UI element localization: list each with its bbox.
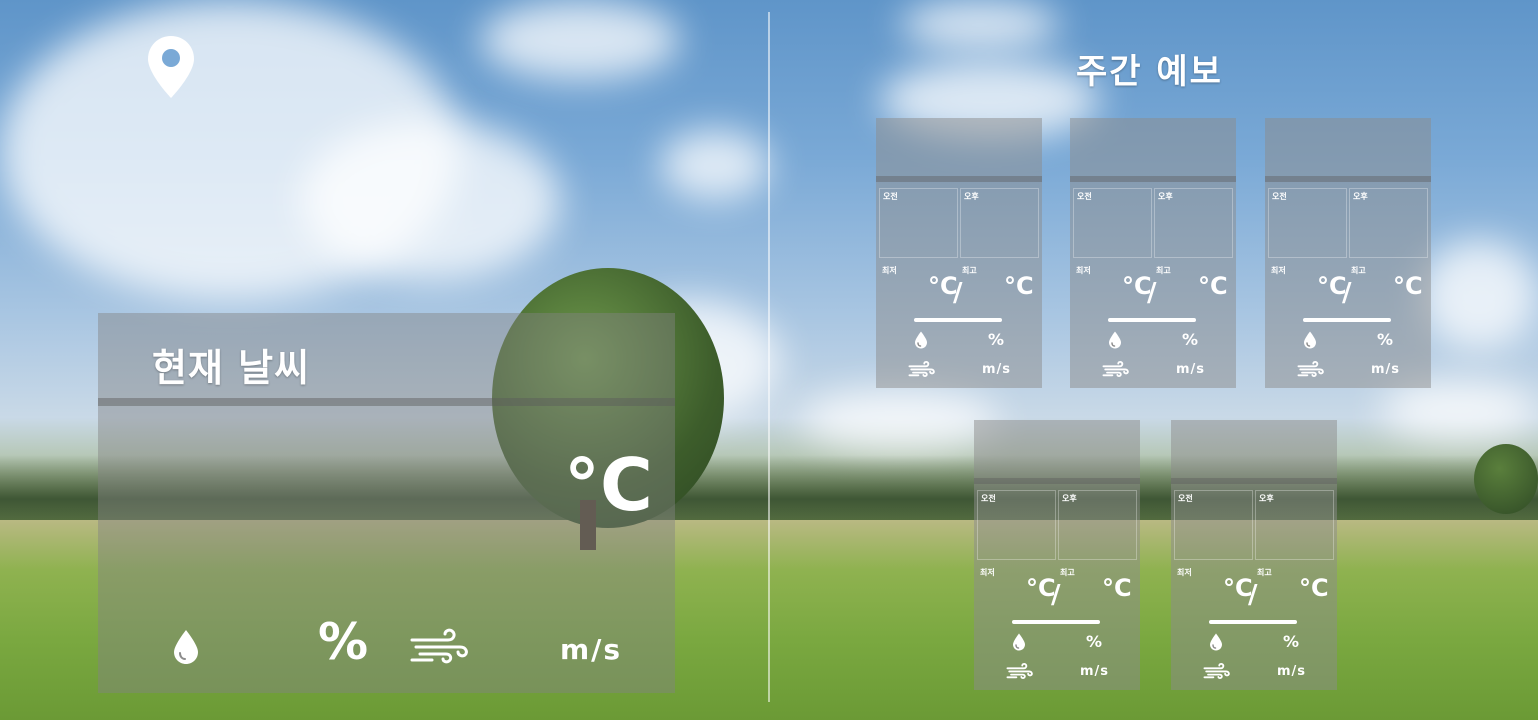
temp-underline xyxy=(1209,620,1297,624)
forecast-card-2[interactable]: 오전 오후 최저 최고 °C / °C % m/s xyxy=(1070,118,1236,388)
forecast-date-area xyxy=(1070,118,1236,176)
pm-label: 오후 xyxy=(1259,494,1274,503)
current-weather-panel: 현재 날씨 °C % m/s xyxy=(98,313,675,693)
pm-weather-box: 오후 xyxy=(1154,188,1233,258)
am-label: 오전 xyxy=(1178,494,1193,503)
wind-speed-unit: m/s xyxy=(1277,664,1307,679)
am-weather-box: 오전 xyxy=(879,188,958,258)
water-drop-icon xyxy=(1012,632,1026,652)
card-divider-bar xyxy=(1171,478,1337,484)
am-weather-box: 오전 xyxy=(977,490,1056,560)
panel-divider-bar xyxy=(98,398,675,406)
max-temp-unit: °C xyxy=(1004,272,1034,300)
forecast-date-area xyxy=(876,118,1042,176)
am-label: 오전 xyxy=(883,192,898,201)
card-divider-bar xyxy=(1265,176,1431,182)
water-drop-icon xyxy=(914,330,928,350)
wind-speed-unit: m/s xyxy=(1176,362,1206,377)
max-temp-unit: °C xyxy=(1102,574,1132,602)
max-temp-label: 최고 xyxy=(1351,266,1366,275)
forecast-card-3[interactable]: 오전 오후 최저 최고 °C / °C % m/s xyxy=(1265,118,1431,388)
forecast-date-area xyxy=(1171,420,1337,478)
am-weather-box: 오전 xyxy=(1174,490,1253,560)
pm-label: 오후 xyxy=(964,192,979,201)
temp-separator: / xyxy=(1342,278,1352,308)
water-drop-icon xyxy=(1303,330,1317,350)
pm-label: 오후 xyxy=(1158,192,1173,201)
humidity-unit: % xyxy=(1377,330,1394,349)
pm-weather-box: 오후 xyxy=(1058,490,1137,560)
background-cloud xyxy=(800,390,1000,450)
background-cloud xyxy=(300,120,560,280)
current-weather-title: 현재 날씨 xyxy=(152,346,311,390)
wind-icon xyxy=(1203,662,1231,680)
water-drop-icon xyxy=(1209,632,1223,652)
humidity-unit: % xyxy=(988,330,1005,349)
wind-icon xyxy=(1006,662,1034,680)
wind-speed-unit: m/s xyxy=(982,362,1012,377)
temp-underline xyxy=(1108,318,1196,322)
card-divider-bar xyxy=(1070,176,1236,182)
water-drop-icon xyxy=(1108,330,1122,350)
max-temp-label: 최고 xyxy=(962,266,977,275)
am-label: 오전 xyxy=(1272,192,1287,201)
temp-underline xyxy=(914,318,1002,322)
max-temp-label: 최고 xyxy=(1156,266,1171,275)
tree xyxy=(1474,444,1538,514)
am-label: 오전 xyxy=(1077,192,1092,201)
wind-icon xyxy=(1297,360,1325,378)
wind-speed-unit: m/s xyxy=(1080,664,1110,679)
min-temp-label: 최저 xyxy=(1076,266,1091,275)
humidity-unit: % xyxy=(1283,632,1300,651)
card-divider-bar xyxy=(974,478,1140,484)
am-label: 오전 xyxy=(981,494,996,503)
min-temp-label: 최저 xyxy=(882,266,897,275)
pm-weather-box: 오후 xyxy=(1349,188,1428,258)
am-weather-box: 오전 xyxy=(1268,188,1347,258)
temp-underline xyxy=(1303,318,1391,322)
am-weather-box: 오전 xyxy=(1073,188,1152,258)
pm-label: 오후 xyxy=(1062,494,1077,503)
max-temp-unit: °C xyxy=(1299,574,1329,602)
water-drop-icon xyxy=(172,629,200,665)
weekly-forecast-title: 주간 예보 xyxy=(1076,52,1223,92)
wind-icon xyxy=(1102,360,1130,378)
background-cloud xyxy=(1420,240,1538,350)
humidity-unit: % xyxy=(1182,330,1199,349)
background-cloud xyxy=(480,0,680,80)
temp-underline xyxy=(1012,620,1100,624)
temp-separator: / xyxy=(1051,580,1061,610)
pm-weather-box: 오후 xyxy=(1255,490,1334,560)
min-temp-label: 최저 xyxy=(980,568,995,577)
forecast-date-area xyxy=(974,420,1140,478)
wind-icon xyxy=(410,626,470,666)
max-temp-unit: °C xyxy=(1393,272,1423,300)
temp-separator: / xyxy=(1248,580,1258,610)
section-divider xyxy=(768,12,770,702)
pm-label: 오후 xyxy=(1353,192,1368,201)
min-temp-label: 최저 xyxy=(1271,266,1286,275)
wind-speed-unit: m/s xyxy=(560,633,623,666)
humidity-unit: % xyxy=(318,613,369,671)
background-cloud xyxy=(1380,380,1538,440)
forecast-card-4[interactable]: 오전 오후 최저 최고 °C / °C % m/s xyxy=(974,420,1140,690)
max-temp-label: 최고 xyxy=(1257,568,1272,577)
card-divider-bar xyxy=(876,176,1042,182)
current-temperature-unit: °C xyxy=(564,443,653,527)
map-pin-icon[interactable] xyxy=(146,34,196,100)
humidity-unit: % xyxy=(1086,632,1103,651)
wind-speed-unit: m/s xyxy=(1371,362,1401,377)
temp-separator: / xyxy=(953,278,963,308)
forecast-date-area xyxy=(1265,118,1431,176)
pm-weather-box: 오후 xyxy=(960,188,1039,258)
max-temp-unit: °C xyxy=(1198,272,1228,300)
background-cloud xyxy=(660,130,770,200)
forecast-card-1[interactable]: 오전 오후 최저 최고 °C / °C % m/s xyxy=(876,118,1042,388)
forecast-card-5[interactable]: 오전 오후 최저 최고 °C / °C % m/s xyxy=(1171,420,1337,690)
temp-separator: / xyxy=(1147,278,1157,308)
min-temp-label: 최저 xyxy=(1177,568,1192,577)
wind-icon xyxy=(908,360,936,378)
max-temp-label: 최고 xyxy=(1060,568,1075,577)
background-cloud xyxy=(900,0,1060,50)
